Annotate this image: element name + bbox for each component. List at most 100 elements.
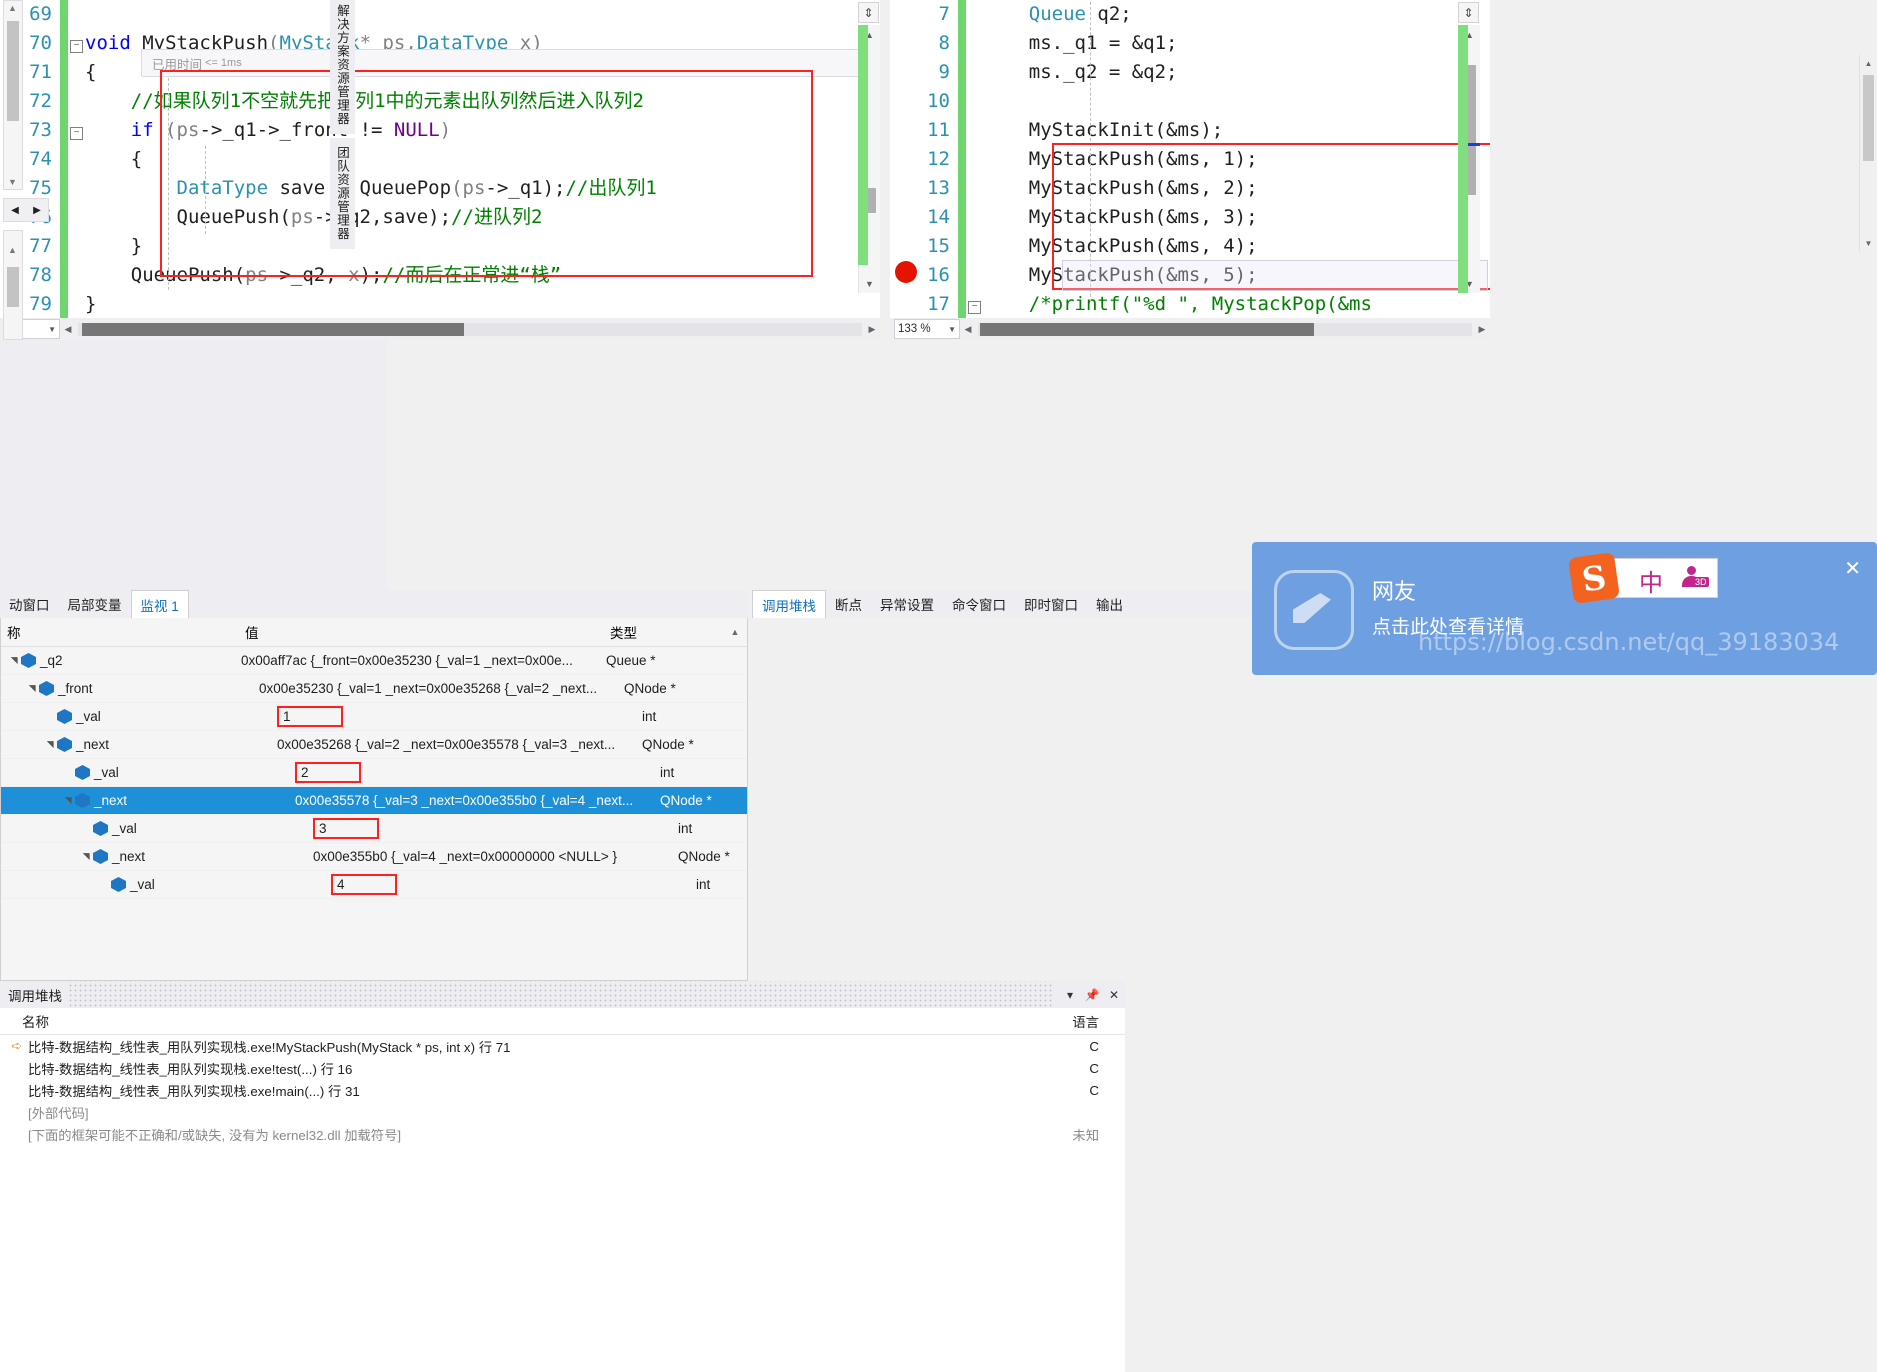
tab-locals[interactable]: 局部变量 xyxy=(59,590,131,618)
right-zoom-selector[interactable]: 133 % ▼ xyxy=(894,319,960,339)
close-icon[interactable]: ✕ xyxy=(1844,556,1861,581)
ime-mode-indicator[interactable]: 中 xyxy=(1639,563,1663,598)
expander-triangle-icon[interactable]: ◢ xyxy=(63,794,74,808)
code-text[interactable]: MyStackPush(&ms, 4); xyxy=(983,232,1258,261)
watch-rows-container[interactable]: ◢ _q2 0x00aff7ac {_front=0x00e35230 {_val=… xyxy=(1,647,747,899)
code-text[interactable]: { xyxy=(85,145,142,174)
sidebar-tab-team-explorer[interactable]: 团队资源管理器 xyxy=(330,138,355,249)
watch-row-value-cell[interactable]: 2 xyxy=(293,762,657,783)
watch-row-name-cell[interactable]: ◢ _front xyxy=(1,681,257,696)
code-line[interactable]: 12 MyStackPush(&ms, 1); xyxy=(890,145,1490,174)
collapse-outlining-icon[interactable]: − xyxy=(68,116,85,145)
code-text[interactable]: QueuePush(ps->_q2, x);//而后在正常进“栈” xyxy=(85,261,561,290)
chevron-down-icon[interactable]: ▼ xyxy=(48,325,56,334)
watch-row-name-cell[interactable]: _val xyxy=(1,877,329,892)
code-line[interactable]: 72 //如果队列1不空就先把队列1中的元素出队列然后进入队列2 xyxy=(0,87,657,116)
column-header-name[interactable]: 名称 xyxy=(22,1011,49,1031)
expander-triangle-icon[interactable]: ◢ xyxy=(81,850,92,864)
watch-scroll-thumb[interactable] xyxy=(1863,75,1874,161)
scroll-down-arrow-icon[interactable]: ▼ xyxy=(1860,235,1877,252)
code-line[interactable]: 69 xyxy=(0,0,657,29)
pin-icon[interactable]: 📌 xyxy=(1081,988,1103,1002)
call-stack-row[interactable]: 比特-数据结构_线性表_用队列实现栈.exe!main(...) 行 31 C xyxy=(0,1079,1125,1101)
watch-row-name-cell[interactable]: _val xyxy=(1,709,275,724)
code-text[interactable]: MyStackPush(&ms, 2); xyxy=(983,174,1258,203)
watch-row-value-cell[interactable]: 0x00e355b0 {_val=4 _next=0x00000000 <NUL… xyxy=(311,849,675,864)
code-text[interactable]: ms._q2 = &q2; xyxy=(983,58,1178,87)
watch-bottom-tabs[interactable]: 动窗口 局部变量 监视 1 xyxy=(0,590,748,618)
scroll-left-arrow-icon[interactable]: ◀ xyxy=(60,324,76,335)
expander-triangle-icon[interactable]: ◢ xyxy=(27,682,38,696)
watch-row[interactable]: _val 2 int xyxy=(1,759,747,787)
tab-autos-window[interactable]: 动窗口 xyxy=(0,590,59,618)
call-stack-row[interactable]: 比特-数据结构_线性表_用队列实现栈.exe!test(...) 行 16 C xyxy=(0,1057,1125,1079)
watch-row[interactable]: ◢ _next 0x00e35578 {_val=3 _next=0x00e355b… xyxy=(1,787,747,815)
tab-watch-1[interactable]: 监视 1 xyxy=(130,590,189,618)
code-text[interactable]: } xyxy=(85,290,96,318)
watch-row-value-cell[interactable]: 0x00e35268 {_val=2 _next=0x00e35578 {_va… xyxy=(275,737,639,752)
right-editor-splitter-grip[interactable]: ⇕ xyxy=(1458,2,1479,23)
watch-row-name-cell[interactable]: ◢ _next xyxy=(1,849,311,864)
tab-immediate-window[interactable]: 即时窗口 xyxy=(1015,590,1087,618)
dock-second-scrollbar[interactable]: ▲ xyxy=(3,230,23,340)
watch-row-value-cell[interactable]: 3 xyxy=(311,818,675,839)
tab-output[interactable]: 输出 xyxy=(1087,590,1132,618)
left-editor-hscroll-strip[interactable]: % ▼ ◀ ▶ xyxy=(0,318,880,340)
scroll-down-arrow-icon[interactable]: ▼ xyxy=(8,177,17,187)
code-line[interactable]: 75 DataType save = QueuePop(ps->_q1);//出… xyxy=(0,174,657,203)
watch-row-name-cell[interactable]: ◢ _next xyxy=(1,793,293,808)
code-line[interactable]: 76 QueuePush(ps->_q2,save);//进队列2 xyxy=(0,203,657,232)
code-line[interactable]: 14 MyStackPush(&ms, 3); xyxy=(890,203,1490,232)
code-line[interactable]: 78 QueuePush(ps->_q2, x);//而后在正常进“栈” xyxy=(0,261,657,290)
code-text[interactable]: Queue q2; xyxy=(983,0,1132,29)
scroll-up-arrow-icon[interactable]: ▲ xyxy=(1860,55,1877,72)
call-stack-rows-container[interactable]: ➪ 比特-数据结构_线性表_用队列实现栈.exe!MyStackPush(MySt… xyxy=(0,1035,1125,1145)
sogou-logo-icon[interactable]: S xyxy=(1568,552,1620,604)
titlebar-drag-dots[interactable] xyxy=(68,981,1053,1008)
watch-row-name-cell[interactable]: ◢ _next xyxy=(1,737,275,752)
promo-popup[interactable]: 网友 点击此处查看详情 https://blog.csdn.net/qq_391… xyxy=(1252,542,1877,675)
dock-scroll-thumb[interactable] xyxy=(7,21,19,121)
code-line[interactable]: 79} xyxy=(0,290,657,318)
right-code-editor[interactable]: 7 Queue q2; 8 ms._q1 = &q1; 9 ms._q2 = &q2… xyxy=(890,0,1490,318)
code-line[interactable]: 17− /*printf("%d ", MystackPop(&ms xyxy=(890,290,1490,318)
code-line[interactable]: 73− if (ps->_q1->_front != NULL) xyxy=(0,116,657,145)
call-stack-window[interactable]: 调用堆栈 ▾ 📌 ✕ 名称 语言 ➪ 比特-数据结构_线性表_用队列实现栈.exe… xyxy=(0,981,1125,1372)
code-line[interactable]: 77 } xyxy=(0,232,657,261)
code-text[interactable]: MyStackPush(&ms, 3); xyxy=(983,203,1258,232)
watch-row[interactable]: ◢ _next 0x00e35268 {_val=2 _next=0x00e3557… xyxy=(1,731,747,759)
watch-row[interactable]: ◢ _q2 0x00aff7ac {_front=0x00e35230 {_val=… xyxy=(1,647,747,675)
scroll-up-arrow-icon[interactable]: ▲ xyxy=(8,3,17,13)
tab-call-stack[interactable]: 调用堆栈 xyxy=(752,590,826,618)
nav-left-arrow-icon[interactable]: ◀ xyxy=(11,205,19,216)
column-header-language[interactable]: 语言 xyxy=(1072,1012,1099,1031)
watch-vertical-scrollbar[interactable]: ▲ ▼ xyxy=(1859,55,1877,252)
editor-splitter-grip[interactable]: ⇕ xyxy=(858,2,879,23)
code-line[interactable]: 10 xyxy=(890,87,1490,116)
code-text[interactable]: } xyxy=(85,232,142,261)
column-header-type[interactable]: 类型 xyxy=(607,622,723,642)
code-line[interactable]: 7 Queue q2; xyxy=(890,0,1490,29)
nav-right-arrow-icon[interactable]: ▶ xyxy=(33,205,41,216)
sidebar-tab-solution-explorer[interactable]: 解决方案资源管理器 xyxy=(330,0,355,134)
watch-row-value-cell[interactable]: 1 xyxy=(275,706,639,727)
code-text[interactable]: { xyxy=(85,58,96,87)
left-code-editor[interactable]: 69 70− void MyStackPush(MyStack* ps,DataTy… xyxy=(0,0,880,318)
call-stack-row[interactable]: [下面的框架可能不正确和/或缺失, 没有为 kernel32.dll 加载符号]… xyxy=(0,1123,1125,1145)
dock-scroll-thumb-2[interactable] xyxy=(7,267,19,307)
dock-inner-scrollbar[interactable]: ▲ ▼ xyxy=(3,0,23,190)
watch-row-name-cell[interactable]: _val xyxy=(1,765,293,780)
call-stack-row[interactable]: [外部代码] xyxy=(0,1101,1125,1123)
collapse-outlining-icon[interactable]: − xyxy=(966,290,983,318)
tab-breakpoints[interactable]: 断点 xyxy=(826,590,871,618)
right-hscroll-track[interactable] xyxy=(978,322,1472,336)
code-text[interactable]: DataType save = QueuePop(ps->_q1);//出队列1 xyxy=(85,174,657,203)
code-line[interactable]: 9 ms._q2 = &q2; xyxy=(890,58,1490,87)
scroll-right-arrow-icon[interactable]: ▶ xyxy=(864,324,880,335)
user-avatar-icon[interactable]: 3D xyxy=(1681,566,1709,588)
breakpoint-dot-icon[interactable] xyxy=(895,261,917,283)
scroll-left-arrow-icon[interactable]: ◀ xyxy=(960,324,976,335)
code-text[interactable]: if (ps->_q1->_front != NULL) xyxy=(85,116,451,145)
chevron-down-icon[interactable]: ▾ xyxy=(1059,988,1081,1002)
left-code-lines[interactable]: 69 70− void MyStackPush(MyStack* ps,DataTy… xyxy=(0,0,657,318)
